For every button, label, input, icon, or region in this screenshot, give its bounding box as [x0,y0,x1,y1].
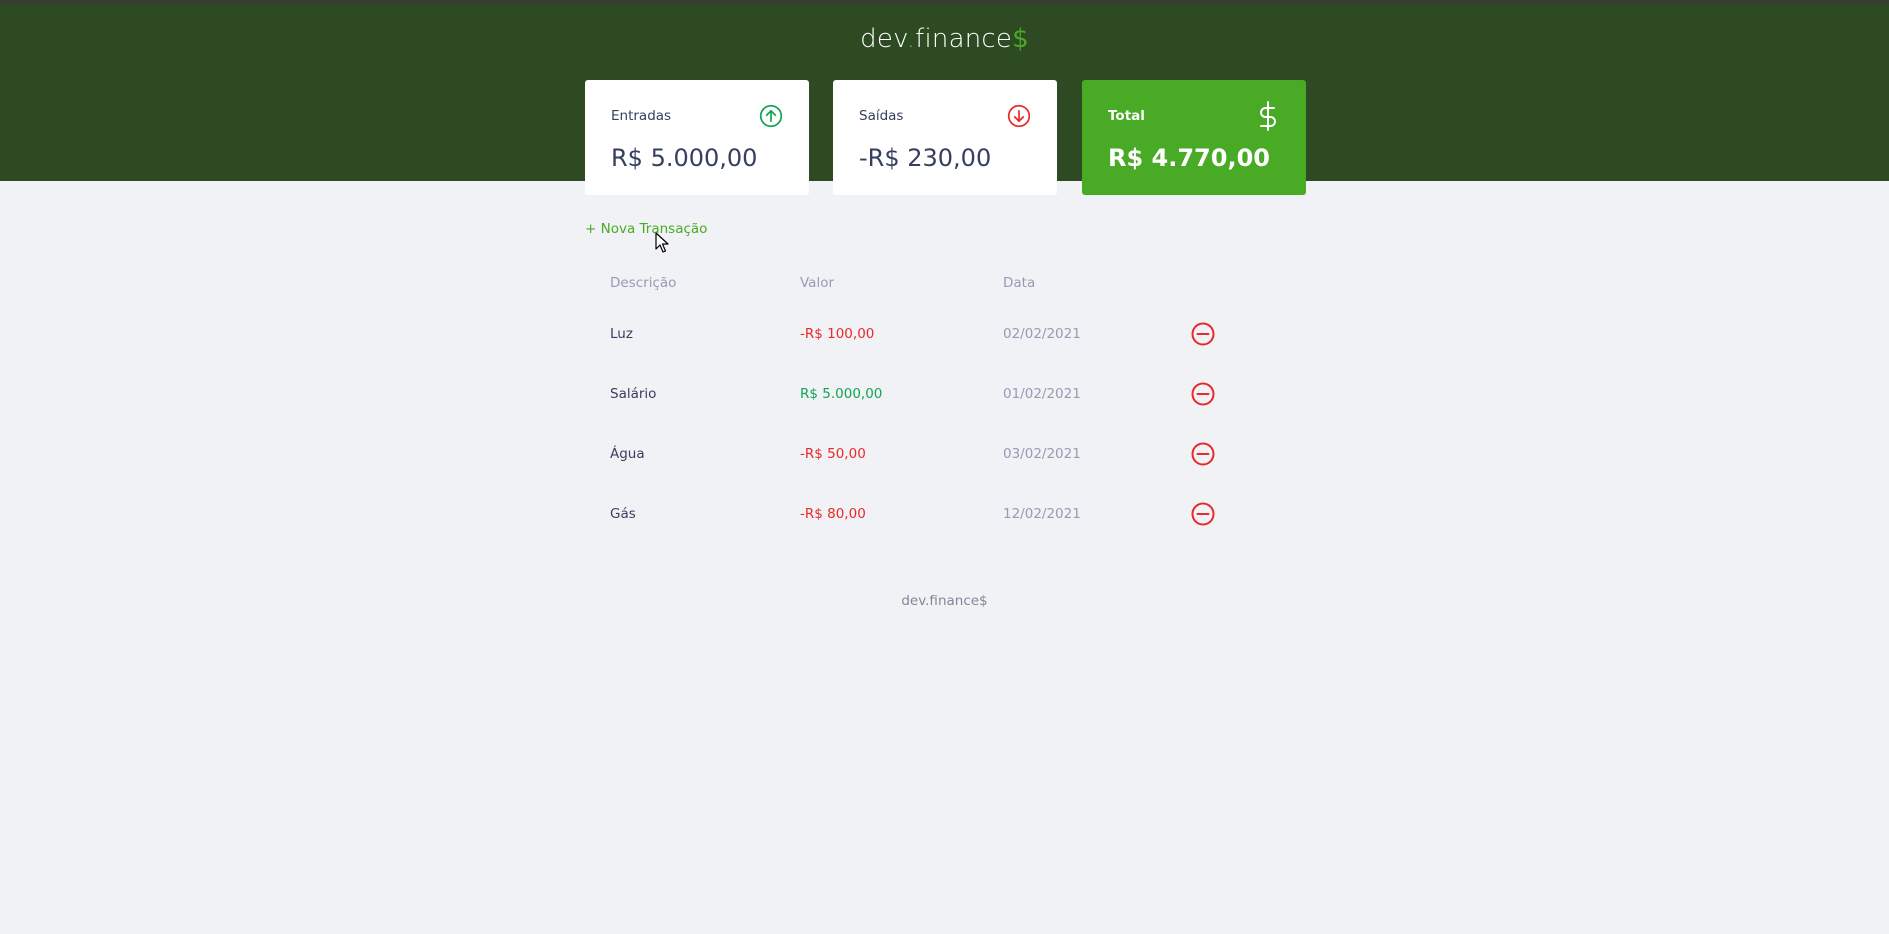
app-logo: dev.finance$ [860,24,1029,54]
dollar-sign-icon [1256,101,1280,131]
mouse-cursor-icon [655,232,669,253]
row-actions [1179,308,1305,360]
table-row: Salário R$ 5.000,00 01/02/2021 [585,368,1305,420]
row-amount: -R$ 100,00 [800,326,875,342]
row-description: Salário [610,386,657,402]
row-description: Gás [610,506,636,522]
row-date: 02/02/2021 [1003,326,1081,342]
table-header-row: Descrição Valor Data [585,266,1305,300]
expense-card: Saídas -R$ 230,00 [833,80,1057,195]
row-amount: -R$ 80,00 [800,506,866,522]
row-date: 12/02/2021 [1003,506,1081,522]
row-amount: R$ 5.000,00 [800,386,883,402]
arrow-up-circle-icon [759,104,783,128]
footer-text: dev.finance$ [901,593,988,609]
expense-card-label: Saídas [859,108,904,124]
table-row: Luz -R$ 100,00 02/02/2021 [585,308,1305,360]
row-description: Água [610,446,645,462]
row-actions [1179,488,1305,540]
row-actions [1179,368,1305,420]
row-date: 01/02/2021 [1003,386,1081,402]
income-amount: R$ 5.000,00 [611,144,758,172]
transactions-table: Descrição Valor Data Luz -R$ 100,00 02/0… [585,258,1305,548]
table-row: Água -R$ 50,00 03/02/2021 [585,428,1305,480]
table-row: Gás -R$ 80,00 12/02/2021 [585,488,1305,540]
total-amount: R$ 4.770,00 [1108,144,1270,172]
column-header-date: Data [1003,275,1036,291]
row-actions [1179,428,1305,480]
arrow-down-circle-icon [1007,104,1031,128]
expense-amount: -R$ 230,00 [859,144,992,172]
row-date: 03/02/2021 [1003,446,1081,462]
column-header-description: Descrição [610,275,677,291]
row-description: Luz [610,326,633,342]
column-header-amount: Valor [800,275,835,291]
column-header-actions [1179,266,1305,300]
total-card: Total R$ 4.770,00 [1082,80,1306,195]
income-card-label: Entradas [611,108,672,124]
minus-circle-icon[interactable] [1191,502,1215,526]
total-card-label: Total [1108,108,1145,124]
minus-circle-icon[interactable] [1191,442,1215,466]
new-transaction-link[interactable]: + Nova Transação [585,221,707,237]
minus-circle-icon[interactable] [1191,382,1215,406]
income-card: Entradas R$ 5.000,00 [585,80,809,195]
minus-circle-icon[interactable] [1191,322,1215,346]
row-amount: -R$ 50,00 [800,446,866,462]
